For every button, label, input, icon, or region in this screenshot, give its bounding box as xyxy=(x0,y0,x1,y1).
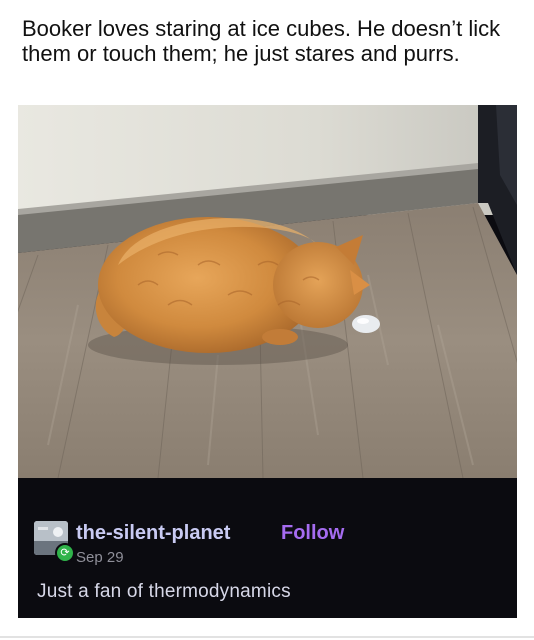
blog-name-link[interactable]: the-silent-planet xyxy=(76,522,230,545)
post-date: Sep 29 xyxy=(76,549,124,566)
post-card: ⟳ the-silent-planet Follow Sep 29 Just a… xyxy=(18,105,517,618)
post-photo[interactable] xyxy=(18,105,517,478)
cropped-header-remnant xyxy=(22,0,172,4)
reblog-icon: ⟳ xyxy=(55,543,75,563)
follow-button[interactable]: Follow xyxy=(281,522,344,545)
post-caption: Booker loves staring at ice cubes. He do… xyxy=(22,16,501,66)
divider xyxy=(0,636,534,638)
screenshot-page: Booker loves staring at ice cubes. He do… xyxy=(0,0,534,640)
reblog-text: Just a fan of thermodynamics xyxy=(37,581,291,602)
reblog-author-row: ⟳ the-silent-planet Follow Sep 29 xyxy=(34,519,494,566)
